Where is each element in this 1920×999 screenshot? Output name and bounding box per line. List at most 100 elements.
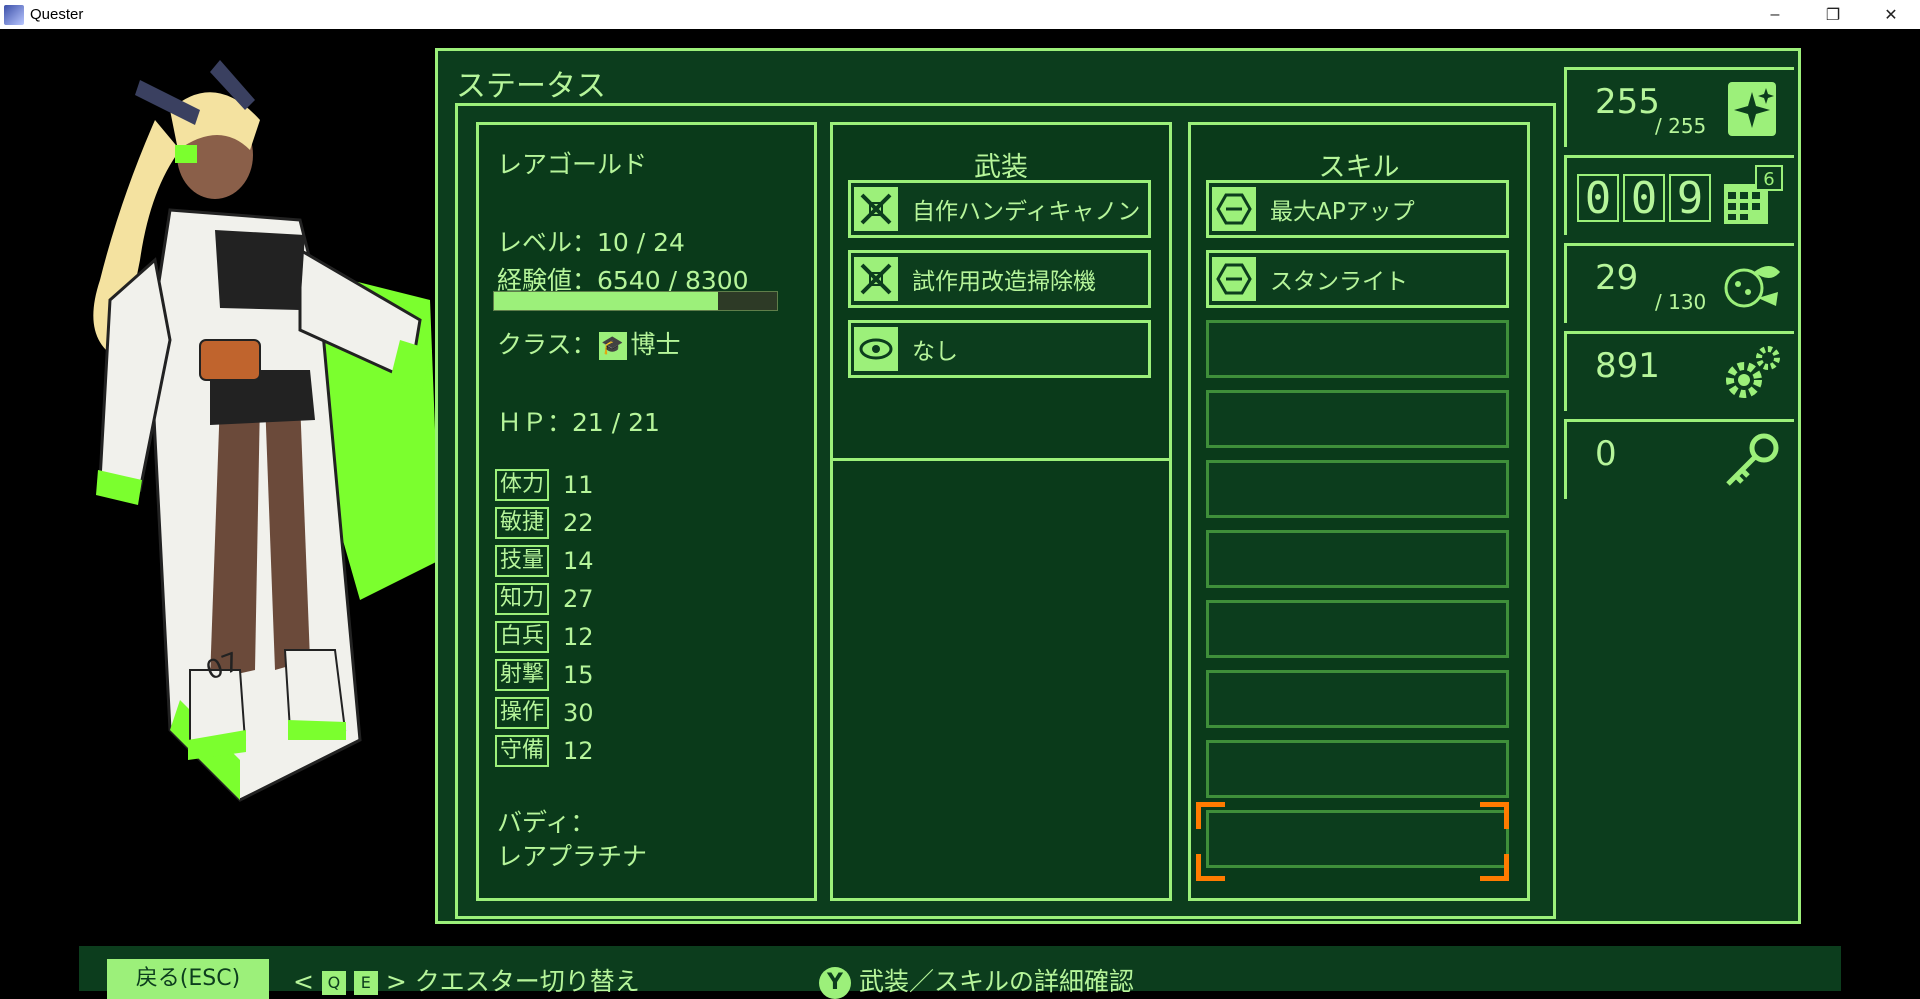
character-name: レアゴールド <box>497 150 648 179</box>
stat-row: 守備 12 <box>495 734 594 768</box>
parts-resource: 891 <box>1564 331 1794 411</box>
empty-skill-slot[interactable] <box>1206 810 1509 868</box>
stat-row: 操作 30 <box>495 696 594 730</box>
stat-value: 12 <box>563 623 594 651</box>
stat-label: 守備 <box>495 735 549 767</box>
close-icon[interactable]: ✕ <box>1862 0 1920 29</box>
buddy-name: レアプラチナ <box>497 842 648 871</box>
back-button[interactable]: 戻る(ESC) <box>107 959 269 999</box>
stat-label: 操作 <box>495 697 549 729</box>
weapon-label: 自作ハンディキャノン <box>912 199 1141 225</box>
buddy-label: バディ： <box>497 808 596 837</box>
stat-row: 白兵 12 <box>495 620 594 654</box>
class-name: 博士 <box>630 330 681 359</box>
stat-row: 敏捷 22 <box>495 506 594 540</box>
stat-label: 白兵 <box>495 621 549 653</box>
level-text: レベル：10 / 24 <box>497 228 685 257</box>
hp-text: ＨＰ：21 / 21 <box>497 408 660 437</box>
weapons-column: 武装 自作ハンディキャノン 試作用改造掃除機 なし <box>830 122 1172 901</box>
stat-value: 30 <box>563 699 594 727</box>
weapon-label: なし <box>912 339 958 365</box>
weapons-divider <box>833 458 1169 461</box>
day-counter: 0 0 9 6 <box>1564 155 1794 235</box>
profile-column: レアゴールド レベル：10 / 24 経験値：6540 / 8300 クラス： 🎓… <box>476 122 817 901</box>
detail-label: 武装／スキルの詳細確認 <box>858 967 1134 996</box>
weapon-label: 試作用改造掃除機 <box>912 269 1096 295</box>
stat-value: 15 <box>563 661 594 689</box>
status-inner-frame: レアゴールド レベル：10 / 24 経験値：6540 / 8300 クラス： 🎓… <box>455 103 1556 919</box>
stat-label: 体力 <box>495 469 549 501</box>
stat-row: 知力 27 <box>495 582 594 616</box>
empty-skill-slot[interactable] <box>1206 460 1509 518</box>
counter-digit: 9 <box>1669 174 1711 222</box>
key-icon <box>1726 433 1779 486</box>
selection-cursor-corner <box>1480 802 1509 829</box>
stat-value: 11 <box>563 471 594 499</box>
skill-label: 最大APアップ <box>1270 199 1415 225</box>
keys-resource: 0 <box>1564 419 1794 499</box>
panel-title: ステータス <box>456 69 606 104</box>
stat-label: 技量 <box>495 545 549 577</box>
status-panel: ステータス レアゴールド レベル：10 / 24 経験値：6540 / 8300… <box>435 48 1801 924</box>
weapon-slot[interactable]: 試作用改造掃除機 <box>848 250 1151 308</box>
stat-value: 12 <box>563 737 594 765</box>
skill-icon <box>1212 257 1256 301</box>
weapon-slot[interactable]: 自作ハンディキャノン <box>848 180 1151 238</box>
exp-bar-fill <box>494 292 718 310</box>
switch-quester-label: クエスター切り替え <box>414 967 640 996</box>
calendar-icon: 6 <box>1724 165 1783 224</box>
accessory-icon <box>854 327 898 371</box>
stat-row: 技量 14 <box>495 544 594 578</box>
skill-slot[interactable]: 最大APアップ <box>1206 180 1509 238</box>
exp-bar <box>493 291 778 311</box>
switch-quester-hint[interactable]: < Q E > クエスター切り替え <box>293 962 640 998</box>
day-counter-digits: 0 0 9 <box>1577 174 1715 222</box>
empty-skill-slot[interactable] <box>1206 530 1509 588</box>
window-titlebar: Quester – ❐ ✕ <box>0 0 1920 29</box>
empty-skill-slot[interactable] <box>1206 320 1509 378</box>
control-hints-bar: 戻る(ESC) < Q E > クエスター切り替え Y 武装／スキルの詳細確認 <box>79 946 1841 999</box>
skill-icon <box>1212 187 1256 231</box>
empty-skill-slot[interactable] <box>1206 390 1509 448</box>
weapon-icon <box>854 187 898 231</box>
chevron-right-icon: > <box>385 967 407 996</box>
stat-row: 体力 11 <box>495 468 594 502</box>
empty-skill-slot[interactable] <box>1206 600 1509 658</box>
parts-value: 891 <box>1595 346 1660 386</box>
stat-row: 射撃 15 <box>495 658 594 692</box>
keys-value: 0 <box>1595 434 1617 474</box>
app-icon <box>4 4 24 25</box>
minimize-icon[interactable]: – <box>1746 0 1804 29</box>
skill-slot[interactable]: スタンライト <box>1206 250 1509 308</box>
weapon-icon <box>854 257 898 301</box>
stat-value: 27 <box>563 585 594 613</box>
ap-max: / 255 <box>1655 114 1707 138</box>
restore-icon[interactable]: ❐ <box>1804 0 1862 29</box>
weapon-slot[interactable]: なし <box>848 320 1151 378</box>
ap-value: 255 <box>1595 82 1660 122</box>
character-portrait: 07 <box>93 60 440 802</box>
detail-hint[interactable]: Y 武装／スキルの詳細確認 <box>819 962 1134 999</box>
chevron-left-icon: < <box>293 967 314 996</box>
stat-label: 射撃 <box>495 659 549 691</box>
y-button-icon: Y <box>819 967 851 999</box>
food-max: / 130 <box>1655 290 1707 314</box>
empty-skill-slot[interactable] <box>1206 740 1509 798</box>
stat-label: 敏捷 <box>495 507 549 539</box>
graduation-cap-icon: 🎓 <box>598 332 627 360</box>
counter-digit: 0 <box>1577 174 1619 222</box>
food-icon <box>1724 266 1780 308</box>
class-row: クラス： 🎓 博士 <box>497 325 681 361</box>
food-resource: 29 / 130 <box>1564 243 1794 323</box>
selection-cursor-corner <box>1196 802 1225 829</box>
selection-cursor-corner <box>1196 854 1225 881</box>
gears-icon <box>1726 346 1780 398</box>
window-title: Quester <box>30 6 84 23</box>
stat-label: 知力 <box>495 583 549 615</box>
calendar-badge: 6 <box>1763 169 1774 190</box>
skill-label: スタンライト <box>1270 269 1408 295</box>
food-value: 29 <box>1595 258 1639 298</box>
stat-value: 22 <box>563 509 594 537</box>
counter-digit: 0 <box>1623 174 1665 222</box>
empty-skill-slot[interactable] <box>1206 670 1509 728</box>
